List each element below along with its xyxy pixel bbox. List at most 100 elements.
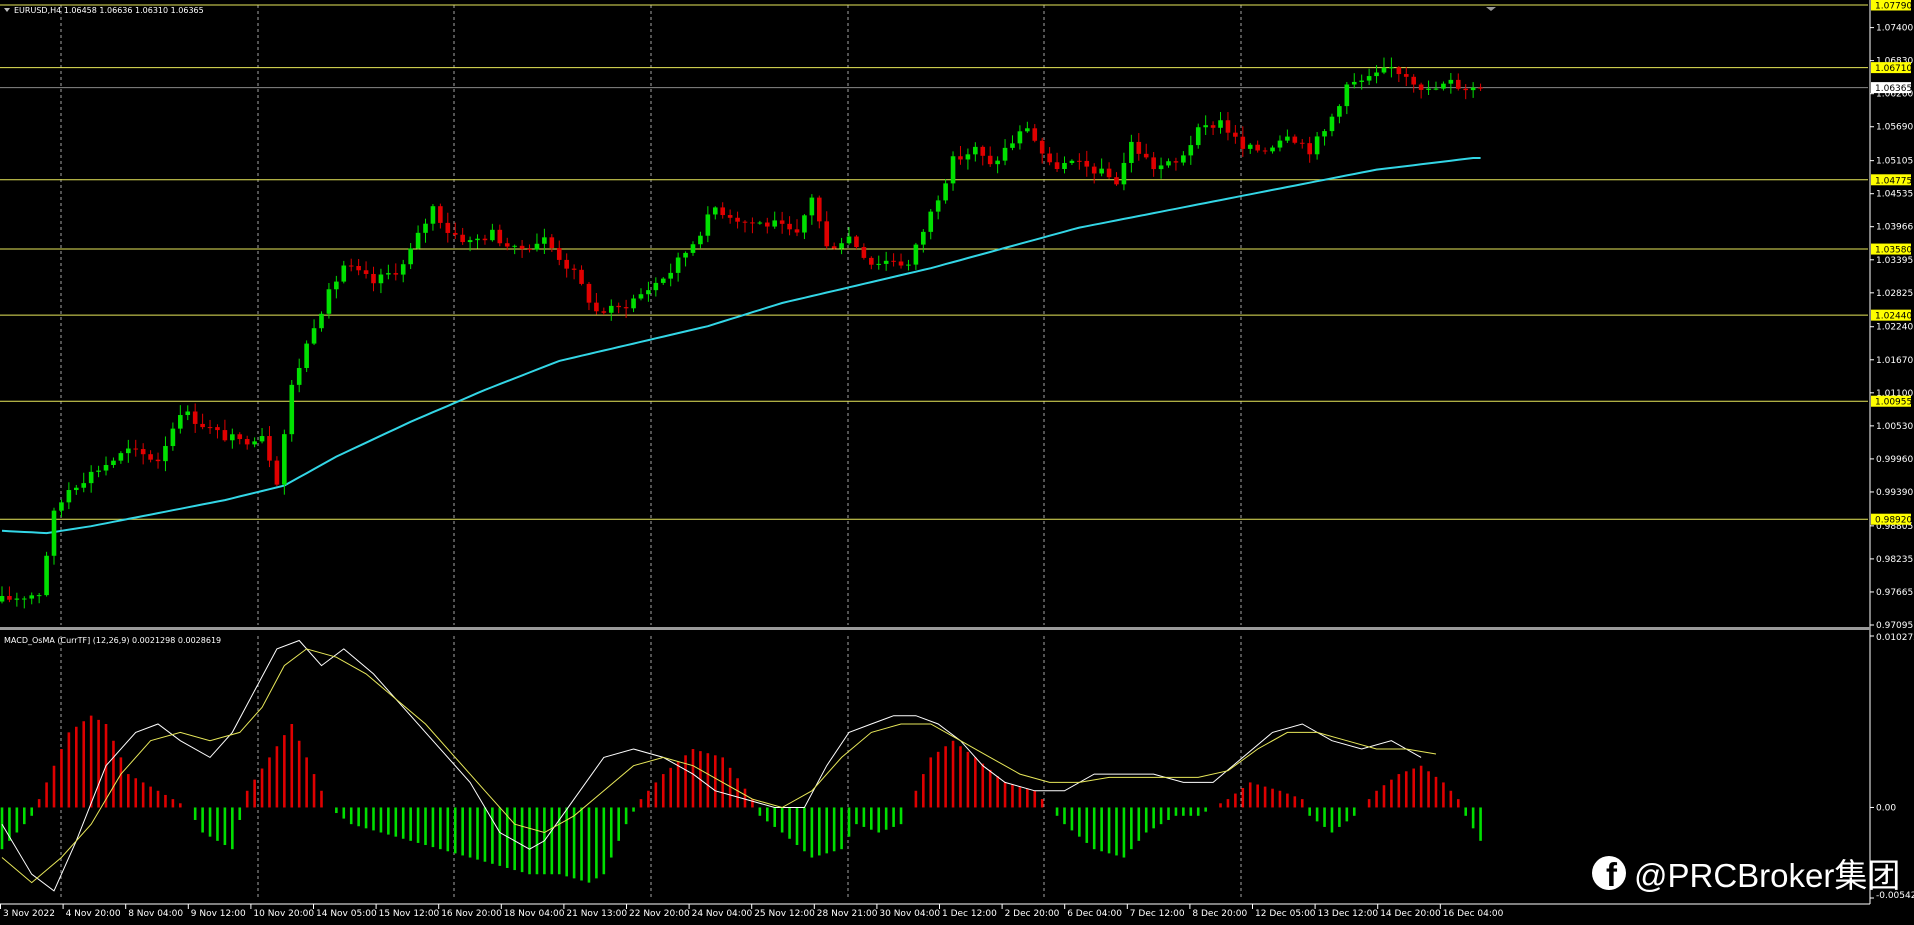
candle-body — [1166, 161, 1171, 166]
price-tick-label: 0.98235 — [1876, 555, 1913, 565]
candle-body — [1359, 80, 1364, 82]
candle-body — [638, 294, 644, 299]
current-price-label: 1.06365 — [1871, 82, 1912, 94]
candle — [668, 263, 673, 287]
grid-lines — [60, 5, 1242, 898]
candle — [660, 277, 666, 285]
candle-body — [118, 453, 124, 461]
candle — [1463, 84, 1469, 100]
candle-body — [348, 265, 354, 267]
price-tick-label: 1.01670 — [1876, 356, 1913, 366]
candle-body — [1017, 131, 1023, 144]
candle — [876, 255, 882, 270]
chart-titles: EURUSD,H4 1.06458 1.06636 1.06310 1.0636… — [4, 6, 221, 645]
signal-line — [1, 648, 1437, 884]
watermark: f @PRCBroker集团 — [1592, 849, 1900, 897]
candle-body — [1084, 160, 1090, 167]
time-tick-label: 13 Dec 12:00 — [1318, 909, 1379, 919]
candle — [712, 206, 718, 220]
candle — [1039, 137, 1045, 164]
candle-body — [1470, 87, 1476, 91]
candle — [460, 227, 465, 245]
macd-line — [1, 639, 1422, 892]
candle — [935, 195, 941, 220]
candle — [155, 452, 161, 469]
candle-body — [542, 237, 547, 244]
price-tick-label: 0.97665 — [1876, 588, 1913, 598]
candle-body — [1188, 145, 1194, 156]
candle-body — [21, 598, 27, 600]
candle-body — [1136, 141, 1142, 154]
candle — [787, 216, 792, 236]
candle-body — [363, 270, 369, 274]
candle-body — [341, 265, 347, 282]
level-label-text: 1.03580 — [1875, 246, 1912, 256]
candle — [66, 482, 72, 510]
candle-body — [430, 206, 436, 224]
candle — [1299, 139, 1305, 149]
price-tick-label: 1.02240 — [1876, 323, 1913, 333]
price-axis[interactable]: 1.074001.068301.062601.056901.051051.045… — [1870, 0, 1914, 901]
candle — [1091, 163, 1097, 184]
candle-body — [44, 555, 49, 596]
trading-chart[interactable]: 1.074001.068301.062601.056901.051051.045… — [0, 0, 1914, 925]
candle-body — [742, 221, 748, 223]
candle-body — [1255, 144, 1260, 151]
candle — [274, 456, 280, 487]
candle-body — [1106, 168, 1112, 178]
time-tick-label: 4 Nov 20:00 — [66, 909, 121, 919]
candle-body — [185, 411, 191, 416]
candle — [415, 225, 421, 250]
candle-body — [1307, 143, 1312, 155]
candle — [126, 439, 131, 463]
candle — [906, 259, 911, 271]
time-axis[interactable]: 3 Nov 2022 4 Nov 20:00 8 Nov 04:00 9 Nov 12… — [0, 904, 1504, 919]
triangle-down-icon[interactable] — [4, 8, 10, 12]
candle-body — [965, 154, 971, 160]
level-label-text: 0.98920 — [1875, 516, 1912, 526]
candle-body — [467, 240, 473, 243]
candle-body — [564, 259, 569, 269]
candle — [564, 253, 569, 278]
candle — [296, 358, 302, 393]
candle-body — [1225, 120, 1231, 133]
candle-body — [586, 283, 592, 303]
candle-body — [1455, 79, 1461, 89]
candle — [237, 432, 243, 445]
price-tick-label: 0.99390 — [1876, 488, 1913, 498]
candle — [675, 252, 681, 282]
time-tick-label: 14 Dec 20:00 — [1380, 909, 1441, 919]
candle — [913, 242, 919, 270]
candle — [1285, 129, 1290, 143]
candle — [475, 234, 480, 249]
candle — [1366, 68, 1372, 85]
candle — [750, 217, 755, 234]
level-label-text: 1.06710 — [1875, 64, 1912, 74]
candle-body — [1025, 128, 1030, 132]
time-tick-label: 2 Dec 20:00 — [1005, 909, 1060, 919]
candle-body — [178, 415, 183, 429]
pane-separator — [0, 627, 1870, 630]
candle — [757, 220, 763, 225]
candle — [29, 592, 35, 605]
candle — [869, 256, 874, 270]
candle-body — [1418, 84, 1424, 90]
candle — [1084, 150, 1090, 177]
candle — [504, 237, 510, 251]
candle-body — [51, 510, 57, 556]
candle-body — [445, 222, 451, 233]
price-tick-label: 0.97095 — [1876, 621, 1913, 631]
candle-body — [1448, 79, 1454, 84]
candle — [772, 211, 778, 229]
candle — [215, 424, 220, 439]
horizontal-levels[interactable] — [0, 4, 1868, 520]
candle — [779, 211, 785, 234]
candle-body — [549, 237, 555, 249]
candle-body — [802, 215, 807, 233]
candle-body — [579, 269, 584, 284]
candle-body — [750, 222, 755, 224]
candle-body — [653, 282, 659, 291]
candle — [1203, 115, 1208, 135]
level-price-label: 1.06710 — [1871, 62, 1912, 74]
osma-histogram — [0, 715, 1482, 883]
